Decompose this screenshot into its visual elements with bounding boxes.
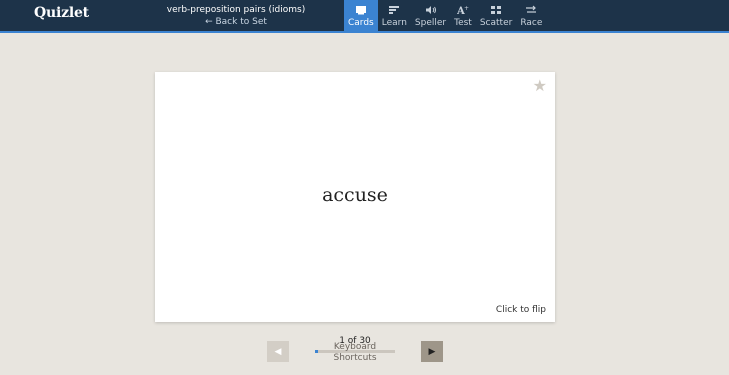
tab-speller[interactable]: Speller	[411, 0, 450, 33]
svg-text:+: +	[464, 5, 469, 12]
arrow-right-icon: ▶	[428, 346, 436, 357]
tab-scatter[interactable]: Scatter	[476, 0, 516, 33]
set-title: verb-preposition pairs (idioms)	[166, 5, 306, 15]
learn-icon	[388, 4, 400, 16]
arrow-left-icon: ◀	[274, 346, 282, 357]
tab-race-label: Race	[520, 18, 543, 28]
star-icon[interactable]: ★	[533, 78, 547, 94]
set-info: verb-preposition pairs (idioms) ← Back t…	[160, 4, 312, 28]
back-to-set-link[interactable]: ← Back to Set	[160, 16, 312, 28]
keyboard-shortcuts-line1: Keyboard	[333, 342, 377, 352]
tab-test[interactable]: A + Test	[450, 0, 476, 33]
tab-learn-label: Learn	[381, 18, 407, 28]
keyboard-shortcuts-link[interactable]: Keyboard Shortcuts	[315, 342, 395, 364]
tab-cards[interactable]: Cards	[344, 0, 378, 33]
tab-speller-label: Speller	[414, 18, 447, 28]
card-term: accuse	[322, 184, 388, 206]
keyboard-shortcuts-line2: Shortcuts	[333, 353, 377, 363]
click-to-flip-hint: Click to flip	[495, 305, 546, 315]
scatter-icon	[490, 4, 502, 16]
previous-card-button[interactable]: ◀	[267, 341, 289, 362]
quizlet-logo[interactable]: Quizlet	[34, 5, 89, 21]
study-mode-tabs: Cards Learn Speller A + Test Scatter Rac…	[344, 0, 546, 33]
cards-icon	[355, 4, 367, 16]
top-bar: Quizlet verb-preposition pairs (idioms) …	[0, 0, 729, 33]
next-card-button[interactable]: ▶	[421, 341, 443, 362]
speaker-icon	[425, 4, 437, 16]
tab-learn[interactable]: Learn	[378, 0, 411, 33]
tab-race[interactable]: Race	[516, 0, 546, 33]
tab-cards-label: Cards	[348, 18, 374, 28]
tab-scatter-label: Scatter	[479, 18, 513, 28]
flashcard[interactable]: ★ accuse Click to flip	[155, 72, 555, 322]
race-icon	[525, 4, 537, 16]
test-icon: A +	[457, 4, 469, 16]
tab-test-label: Test	[454, 18, 472, 28]
